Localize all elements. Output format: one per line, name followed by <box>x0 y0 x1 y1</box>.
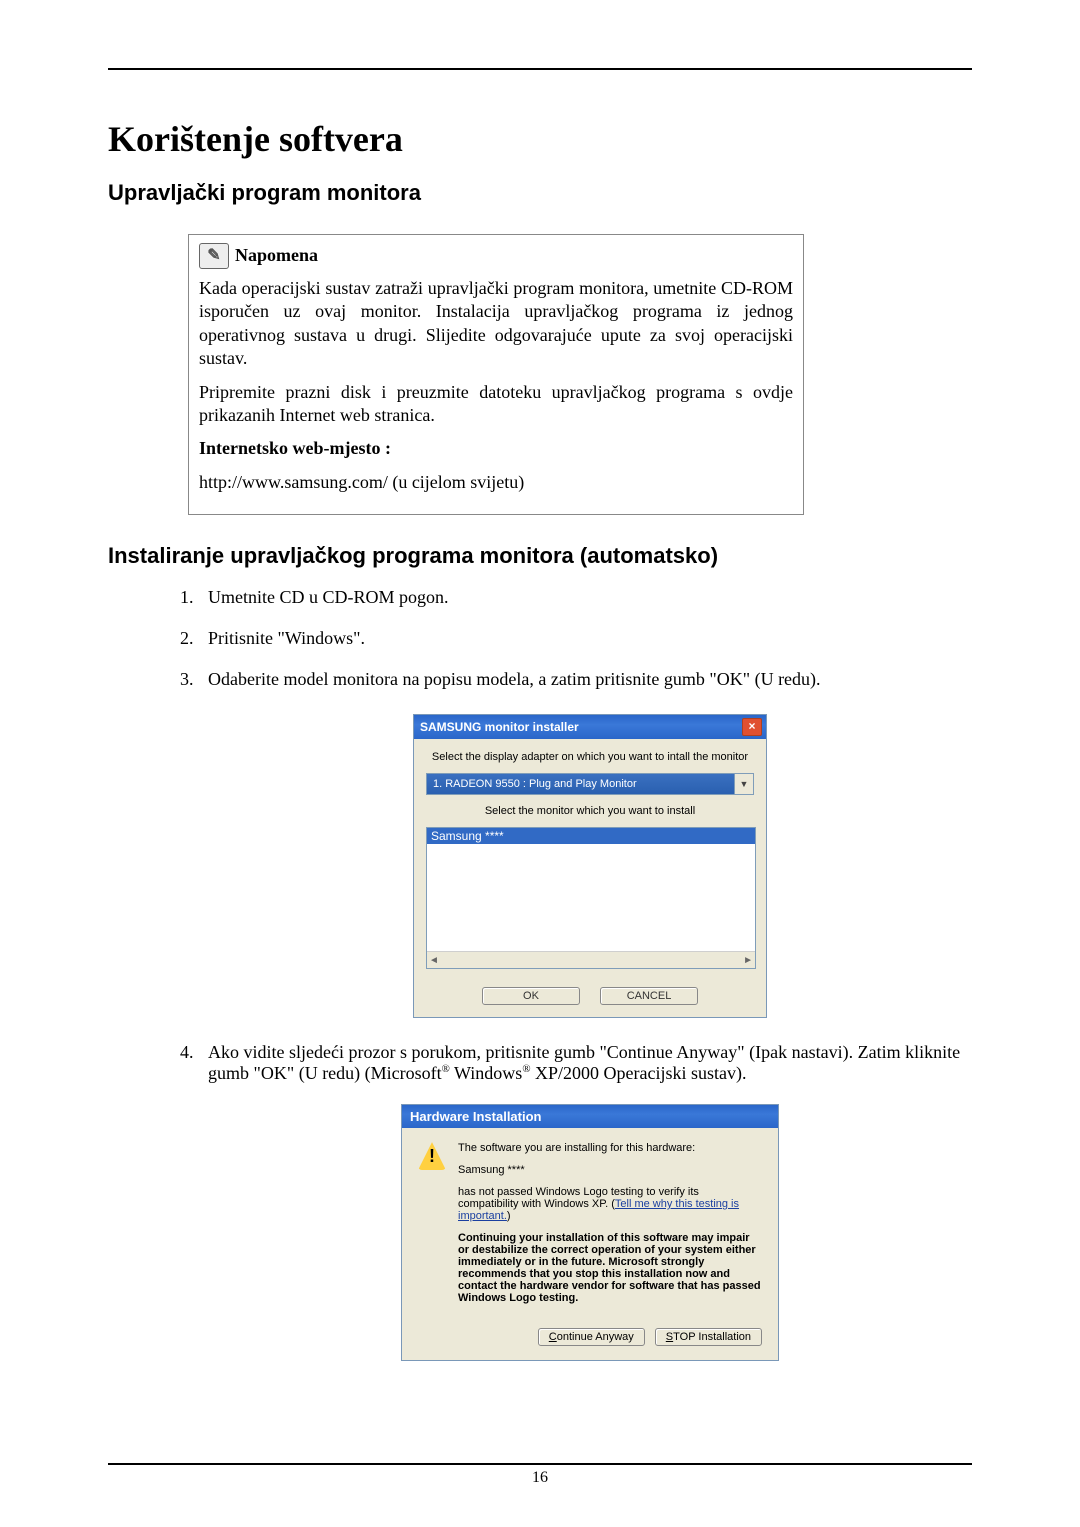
bottom-rule <box>108 1463 972 1465</box>
step-4-text-b: Windows <box>450 1063 522 1083</box>
hw-device-name: Samsung **** <box>458 1164 762 1176</box>
installer-instruction-1: Select the display adapter on which you … <box>426 751 754 763</box>
cancel-button[interactable]: CANCEL <box>600 987 698 1005</box>
hw-line-2b: ) <box>507 1210 511 1222</box>
top-rule <box>108 68 972 70</box>
hw-warning-paragraph: Continuing your installation of this sof… <box>458 1232 762 1304</box>
monitor-listbox[interactable]: Samsung **** ◄ ► <box>426 827 756 969</box>
chevron-down-icon[interactable]: ▼ <box>735 773 754 795</box>
installer-title-text: SAMSUNG monitor installer <box>420 720 579 734</box>
note-website-url: http://www.samsung.com/ (u cijelom svije… <box>199 471 793 494</box>
adapter-combobox-value: 1. RADEON 9550 : Plug and Play Monitor <box>426 773 735 795</box>
document-page: Korištenje softvera Upravljački program … <box>0 0 1080 1527</box>
step-4: Ako vidite sljedeći prozor s porukom, pr… <box>198 1042 972 1361</box>
step-3-text: Odaberite model monitora na popisu model… <box>208 669 821 689</box>
note-box: ✎ Napomena Kada operacijski sustav zatra… <box>188 234 804 515</box>
step-2: Pritisnite "Windows". <box>198 628 972 649</box>
listbox-scrollbar[interactable]: ◄ ► <box>427 951 755 968</box>
stop-installation-button[interactable]: STOP Installation <box>655 1328 762 1346</box>
hw-titlebar: Hardware Installation <box>402 1105 778 1128</box>
btn-rest: ontinue Anyway <box>557 1331 634 1343</box>
note-paragraph-1: Kada operacijski sustav zatraži upravlja… <box>199 277 793 371</box>
warning-icon <box>418 1142 446 1170</box>
installer-body: Select the display adapter on which you … <box>414 739 766 1017</box>
page-title: Korištenje softvera <box>108 118 972 160</box>
ok-button[interactable]: OK <box>482 987 580 1005</box>
adapter-combobox[interactable]: 1. RADEON 9550 : Plug and Play Monitor ▼ <box>426 773 754 795</box>
step-1: Umetnite CD u CD-ROM pogon. <box>198 587 972 608</box>
installer-titlebar: SAMSUNG monitor installer × <box>414 715 766 739</box>
hw-line-1: The software you are installing for this… <box>458 1142 762 1154</box>
note-label: Napomena <box>235 244 318 267</box>
scroll-left-icon[interactable]: ◄ <box>429 955 439 966</box>
hardware-installation-dialog: Hardware Installation The software you a… <box>401 1104 779 1361</box>
btn-underline-char: C <box>549 1331 557 1343</box>
step-4-text-c: XP/2000 Operacijski sustav). <box>531 1063 747 1083</box>
hw-body: The software you are installing for this… <box>402 1128 778 1328</box>
note-paragraph-2: Pripremite prazni disk i preuzmite datot… <box>199 381 793 428</box>
monitor-list-item-selected[interactable]: Samsung **** <box>427 828 755 844</box>
note-icon: ✎ <box>199 243 229 269</box>
registered-icon: ® <box>522 1063 530 1075</box>
btn-rest: TOP Installation <box>673 1331 751 1343</box>
step-3: Odaberite model monitora na popisu model… <box>198 669 972 1018</box>
installer-instruction-2: Select the monitor which you want to ins… <box>426 805 754 817</box>
page-footer: 16 <box>108 1463 972 1487</box>
registered-icon: ® <box>442 1063 450 1075</box>
section-heading-driver: Upravljački program monitora <box>108 180 972 206</box>
note-header: ✎ Napomena <box>199 243 793 269</box>
close-icon[interactable]: × <box>742 718 762 736</box>
installer-button-row: OK CANCEL <box>426 987 754 1005</box>
continue-anyway-button[interactable]: Continue Anyway <box>538 1328 645 1346</box>
hw-line-2: has not passed Windows Logo testing to v… <box>458 1186 762 1222</box>
scroll-right-icon[interactable]: ► <box>743 955 753 966</box>
section-heading-install: Instaliranje upravljačkog programa monit… <box>108 543 972 569</box>
hw-button-row: Continue Anyway STOP Installation <box>402 1328 778 1360</box>
steps-list: Umetnite CD u CD-ROM pogon. Pritisnite "… <box>198 587 972 1361</box>
installer-dialog: SAMSUNG monitor installer × Select the d… <box>413 714 767 1018</box>
page-number: 16 <box>108 1469 972 1487</box>
note-website-label: Internetsko web-mjesto : <box>199 437 793 460</box>
hw-text-column: The software you are installing for this… <box>458 1142 762 1314</box>
